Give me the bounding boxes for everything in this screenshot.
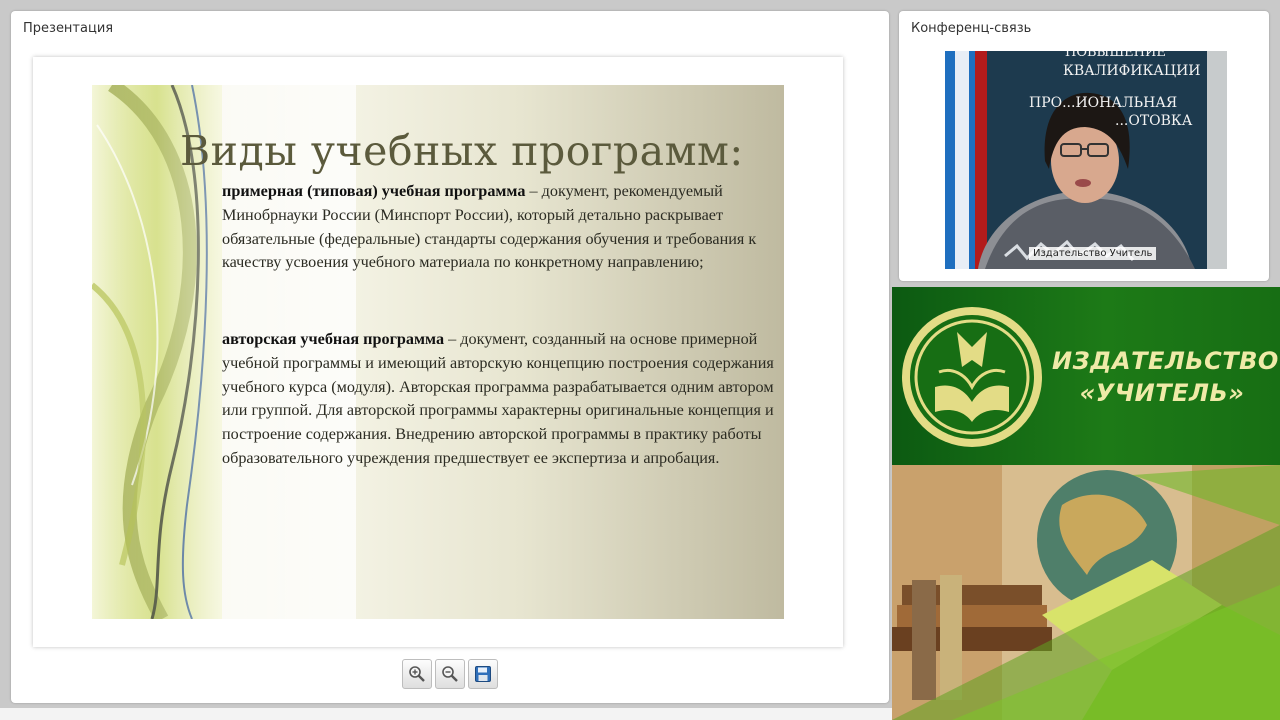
publisher-name-line-1: ИЗДАТЕЛЬСТВО bbox=[1052, 347, 1279, 375]
sign-line-4: ...ОТОВКА bbox=[1115, 113, 1193, 129]
save-button[interactable] bbox=[468, 659, 498, 689]
bottom-bar bbox=[0, 708, 892, 720]
conference-panel-title: Конференц-связь bbox=[911, 21, 1032, 36]
item2-bold: авторская учебная программа bbox=[222, 330, 445, 348]
item2-text: – документ, созданный на основе примерно… bbox=[222, 330, 774, 467]
zoom-in-button[interactable] bbox=[402, 659, 432, 689]
video-scene bbox=[945, 51, 1227, 269]
presentation-panel-title: Презентация bbox=[23, 21, 114, 36]
books-globe-image bbox=[892, 465, 1280, 720]
item1-bold: примерная (типовая) учебная программа bbox=[222, 182, 526, 200]
publisher-name-line-2: «УЧИТЕЛЬ» bbox=[1079, 379, 1245, 407]
video-feed[interactable]: ПОВЫШЕНИЕ КВАЛИФИКАЦИИ ПРО...ИОНАЛЬНАЯ .… bbox=[945, 51, 1227, 269]
slide-paragraph-2: авторская учебная программа – документ, … bbox=[222, 328, 782, 471]
zoom-out-icon bbox=[442, 666, 458, 682]
slide-frame: Виды учебных программ: примерная (типова… bbox=[33, 57, 843, 647]
save-icon bbox=[475, 666, 491, 682]
slide-toolbar bbox=[402, 659, 498, 689]
publisher-logo-icon bbox=[902, 307, 1042, 447]
participant-name-label: Издательство Учитель bbox=[1029, 247, 1157, 260]
conference-panel: Конференц-связь ПОВЫШЕНИЕ КВАЛИФИКАЦИИ П… bbox=[899, 11, 1269, 281]
zoom-in-icon bbox=[409, 666, 425, 682]
sign-line-3: ПРО...ИОНАЛЬНАЯ bbox=[1029, 95, 1178, 111]
banner-books-image bbox=[892, 465, 1280, 720]
publisher-name: ИЗДАТЕЛЬСТВО «УЧИТЕЛЬ» bbox=[1052, 345, 1279, 409]
sign-line-1: ПОВЫШЕНИЕ bbox=[1065, 51, 1166, 60]
publisher-banner: ИЗДАТЕЛЬСТВО «УЧИТЕЛЬ» bbox=[892, 287, 1280, 720]
slide-heading: Виды учебных программ: bbox=[180, 127, 744, 175]
banner-green-area: ИЗДАТЕЛЬСТВО «УЧИТЕЛЬ» bbox=[892, 287, 1280, 465]
slide: Виды учебных программ: примерная (типова… bbox=[92, 85, 784, 619]
sign-line-2: КВАЛИФИКАЦИИ bbox=[1063, 63, 1201, 79]
slide-paragraph-1: примерная (типовая) учебная программа – … bbox=[222, 180, 782, 275]
presentation-panel: Презентация Виды учебных программ: приме… bbox=[11, 11, 889, 703]
zoom-out-button[interactable] bbox=[435, 659, 465, 689]
